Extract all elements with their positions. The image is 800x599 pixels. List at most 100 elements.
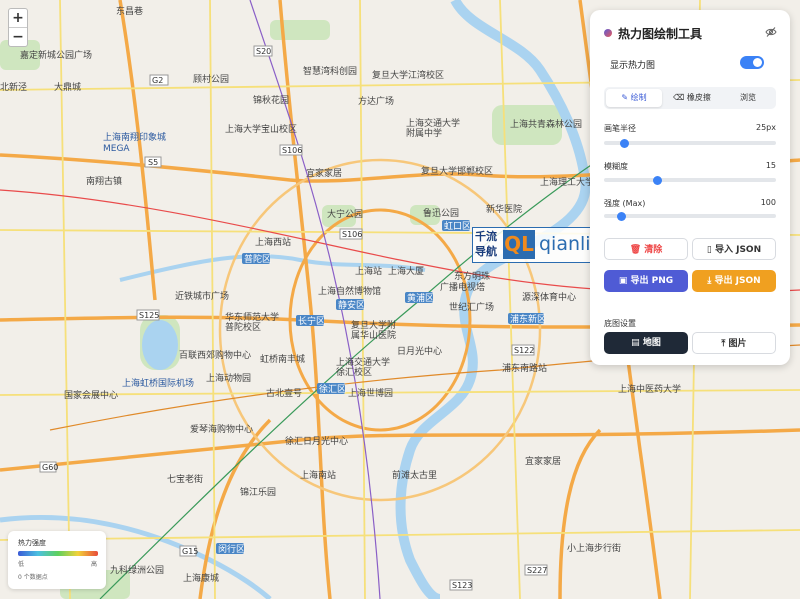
svg-text:新华医院: 新华医院 [486,203,522,215]
svg-text:普陀区: 普陀区 [244,253,271,265]
svg-text:复旦大学附: 复旦大学附 [351,319,396,331]
svg-text:南翔古镇: 南翔古镇 [86,175,122,187]
tab-eraser[interactable]: ⌫ 橡皮擦 [664,87,720,109]
svg-text:日月光中心: 日月光中心 [397,345,442,357]
basemap-image-button[interactable]: ⤒ 图片 [692,332,776,354]
upload-icon: ⤒ [721,339,729,349]
svg-text:静安区: 静安区 [338,299,365,311]
image-icon: ▣ [618,276,631,286]
zoom-in-button[interactable]: + [9,9,27,27]
tool-tabs: ✎ 绘制 ⌫ 橡皮擦 浏览 [604,87,776,109]
svg-text:上海大厦: 上海大厦 [388,265,424,277]
svg-text:虹桥南丰城: 虹桥南丰城 [260,353,305,365]
blur-slider-thumb[interactable] [652,175,662,185]
svg-text:锦江乐园: 锦江乐园 [240,486,276,498]
svg-text:七宝老街: 七宝老街 [167,473,203,485]
svg-text:上海中医药大学: 上海中医药大学 [618,383,681,395]
clear-button[interactable]: 🗑 清除 [604,238,688,260]
svg-text:嘉定新城公园广场: 嘉定新城公园广场 [20,49,92,61]
svg-text:方达广场: 方达广场 [358,95,394,107]
zoom-out-button[interactable]: − [9,27,27,46]
intensity-slider[interactable] [604,211,776,221]
svg-text:爱琴海购物中心: 爱琴海购物中心 [190,423,253,435]
brush-icon: ✎ [621,93,631,102]
svg-text:宜家家居: 宜家家居 [525,455,561,467]
svg-text:S106: S106 [342,230,362,239]
svg-text:闵行区: 闵行区 [218,543,245,555]
basemap-map-button[interactable]: ▤ 地图 [604,332,688,354]
radius-slider-thumb[interactable] [620,138,630,148]
svg-text:S125: S125 [139,311,159,320]
eraser-icon: ⌫ [673,93,687,102]
svg-text:东方明珠: 东方明珠 [454,270,490,282]
svg-text:上海交通大学: 上海交通大学 [336,356,390,368]
svg-text:世纪汇广场: 世纪汇广场 [449,301,494,313]
svg-text:徐汇日月光中心: 徐汇日月光中心 [285,435,348,447]
radius-value: 25px [756,123,776,132]
legend-title: 热力强度 [18,539,46,547]
svg-text:上海站: 上海站 [355,265,382,277]
svg-text:属华山医院: 属华山医院 [351,329,396,341]
trash-icon: 🗑 [629,245,645,255]
svg-text:S227: S227 [527,566,547,575]
svg-text:北新泾: 北新泾 [0,81,27,93]
heatmap-tool-panel: 热力图绘制工具 显示热力图 ✎ 绘制 ⌫ 橡皮擦 浏览 画笔半径 25px 模糊… [590,10,790,365]
panel-title: 热力图绘制工具 [604,25,702,42]
tab-browse[interactable]: 浏览 [720,87,776,109]
svg-text:虹口区: 虹口区 [444,221,471,232]
tab-draw[interactable]: ✎ 绘制 [606,89,662,107]
svg-text:上海动物园: 上海动物园 [206,372,251,384]
svg-text:上海虹桥国际机场: 上海虹桥国际机场 [122,377,194,389]
map-icon: ▤ [631,338,643,348]
svg-text:S122: S122 [514,346,534,355]
svg-text:上海南站: 上海南站 [300,469,336,481]
legend-point-count: 0 个数据点 [18,574,48,581]
svg-text:源深体育中心: 源深体育中心 [522,291,576,303]
lake [142,320,178,370]
svg-text:锦秋花园: 锦秋花园 [253,94,289,106]
export-png-button[interactable]: ▣ 导出 PNG [604,270,688,292]
svg-text:浦东新区: 浦东新区 [510,313,546,325]
show-heatmap-toggle[interactable] [740,56,764,69]
svg-text:上海世博园: 上海世博园 [348,387,393,399]
svg-text:S5: S5 [148,158,158,167]
eye-off-icon[interactable] [765,26,777,38]
watermark-cn-text: 千流 导航 [475,230,497,258]
svg-text:前滩太古里: 前滩太古里 [392,469,437,481]
svg-text:上海南翔印象城: 上海南翔印象城 [103,131,166,143]
zoom-control: + − [8,8,28,47]
svg-text:小上海步行街: 小上海步行街 [567,542,621,554]
blur-value: 15 [765,161,776,170]
svg-text:G2: G2 [152,76,163,85]
svg-text:长宁区: 长宁区 [298,315,325,327]
svg-text:上海西站: 上海西站 [255,236,291,248]
blur-label: 模糊度 [604,162,628,171]
svg-text:古北壹号: 古北壹号 [266,387,302,399]
svg-text:百联西郊购物中心: 百联西郊购物中心 [179,349,251,361]
svg-text:复旦大学江湾校区: 复旦大学江湾校区 [372,69,444,81]
svg-text:上海康城: 上海康城 [183,572,219,584]
file-icon: ▯ [706,245,715,255]
import-json-button[interactable]: ▯ 导入 JSON [692,238,776,260]
svg-text:国家会展中心: 国家会展中心 [64,389,118,401]
svg-text:徐汇校区: 徐汇校区 [336,366,372,378]
export-json-button[interactable]: ⤓ 导出 JSON [692,270,776,292]
intensity-slider-thumb[interactable] [616,211,626,221]
svg-text:普陀校区: 普陀校区 [225,321,261,333]
svg-text:上海自然博物馆: 上海自然博物馆 [318,285,381,297]
svg-text:附属中学: 附属中学 [406,127,442,139]
svg-text:黄浦区: 黄浦区 [407,292,434,304]
svg-text:浦东南路站: 浦东南路站 [502,362,547,374]
svg-text:上海共青森林公园: 上海共青森林公园 [510,118,582,130]
gradient-dot-icon [604,29,612,37]
svg-text:S20: S20 [256,47,271,56]
svg-text:顾村公园: 顾村公园 [193,73,229,85]
svg-text:鲁迅公园: 鲁迅公园 [423,207,459,219]
radius-slider[interactable] [604,138,776,148]
svg-text:东昌巷: 东昌巷 [116,5,143,17]
legend-low: 低 [18,561,25,568]
svg-text:徐汇区: 徐汇区 [319,383,346,395]
svg-text:上海交通大学: 上海交通大学 [406,117,460,129]
basemap-label: 底图设置 [604,319,636,328]
blur-slider[interactable] [604,175,776,185]
